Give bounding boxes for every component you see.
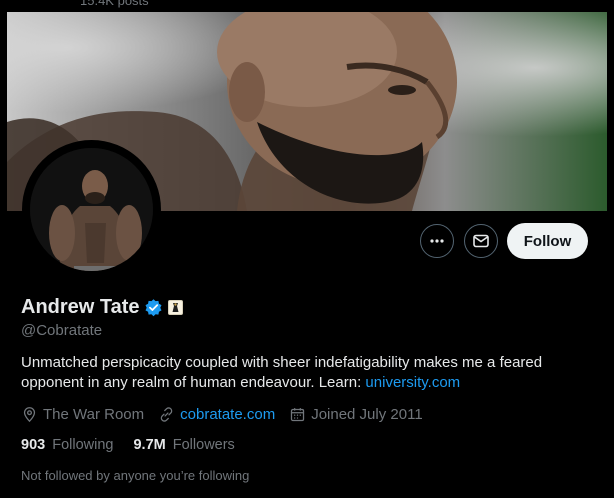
joined-item: Joined July 2011: [289, 406, 423, 423]
followers-stat[interactable]: 9.7M Followers: [133, 437, 234, 453]
profile-name: Andrew Tate: [21, 296, 140, 318]
more-options-button[interactable]: [420, 224, 454, 258]
profile-avatar[interactable]: [22, 140, 161, 279]
calendar-icon: [291, 408, 305, 422]
location-item: The War Room: [21, 406, 144, 423]
followers-label: Followers: [172, 437, 235, 453]
verified-badge-icon[interactable]: [144, 298, 163, 317]
website-item: cobratate.com: [158, 406, 275, 423]
link-icon: [160, 407, 173, 422]
more-horizontal-icon: [430, 239, 444, 243]
top-bar: 15.4K posts: [0, 0, 614, 12]
location-text: The War Room: [43, 406, 145, 423]
not-followed-notice: Not followed by anyone you’re following: [21, 468, 250, 483]
bio-text: Unmatched perspicacity coupled with shee…: [21, 354, 543, 391]
location-pin-icon: [23, 407, 36, 423]
message-button[interactable]: [464, 224, 498, 258]
profile-name-row: Andrew Tate: [21, 296, 183, 319]
profile-meta: The War Room cobratate.com Joined July 2…: [21, 406, 437, 423]
bio-link[interactable]: university.com: [365, 374, 460, 391]
follow-button[interactable]: Follow: [507, 223, 588, 259]
following-label: Following: [52, 437, 114, 453]
posts-count: 15.4K posts: [80, 0, 149, 8]
profile-stats: 903 Following 9.7M Followers: [21, 437, 255, 453]
followers-count: 9.7M: [133, 437, 166, 453]
profile-handle: @Cobratate: [21, 322, 103, 339]
affiliation-badge-icon[interactable]: [167, 300, 183, 315]
following-stat[interactable]: 903 Following: [21, 437, 113, 453]
avatar-photo: [30, 148, 153, 271]
profile-bio: Unmatched perspicacity coupled with shee…: [21, 353, 596, 393]
following-count: 903: [21, 437, 46, 453]
website-link[interactable]: cobratate.com: [180, 406, 275, 423]
joined-text: Joined July 2011: [311, 406, 423, 423]
envelope-icon: [473, 234, 489, 248]
